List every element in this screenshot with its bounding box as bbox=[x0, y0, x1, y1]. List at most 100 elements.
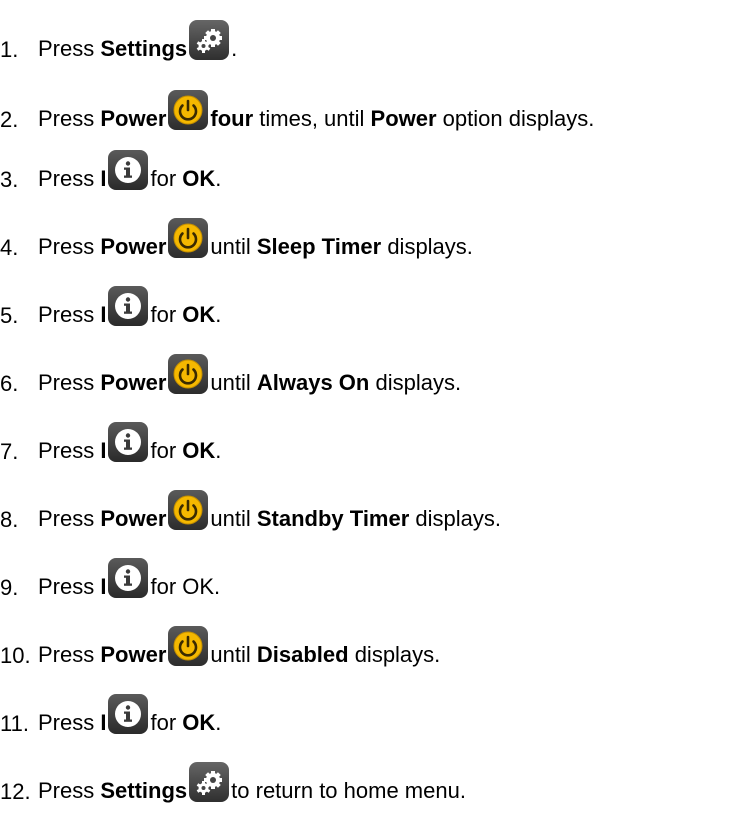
step-text-segment: Press bbox=[38, 641, 101, 667]
step-text-segment: for bbox=[150, 301, 183, 327]
step-text-segment: Press bbox=[38, 437, 101, 463]
bold-term: Always On bbox=[256, 369, 370, 395]
step-text-segment: Press bbox=[38, 369, 101, 395]
bold-term: I bbox=[100, 301, 107, 327]
step-text-segment: . bbox=[215, 709, 222, 735]
bold-term: Power bbox=[370, 105, 437, 131]
step-text: Press Power four times, until Power optio… bbox=[38, 90, 595, 140]
bold-term: Standby Timer bbox=[256, 505, 410, 531]
step-text-segment: Press bbox=[38, 233, 101, 259]
bold-term: OK bbox=[182, 709, 216, 735]
power-icon bbox=[168, 90, 209, 130]
step-number: 7. bbox=[0, 439, 19, 464]
step-text-segment: for OK. bbox=[150, 573, 221, 599]
step-text-segment: displays. bbox=[381, 233, 473, 259]
bold-term: OK bbox=[182, 165, 216, 191]
settings-gear-icon bbox=[189, 762, 230, 802]
bold-term: Settings bbox=[100, 777, 188, 803]
info-icon bbox=[108, 558, 149, 598]
step-5: 5. Press Ifor OK. bbox=[0, 286, 738, 340]
step-number: 12. bbox=[0, 779, 31, 804]
step-text: Press Power until Always On displays. bbox=[38, 354, 462, 404]
power-icon bbox=[168, 218, 209, 258]
step-text: Press Settings to return to home menu. bbox=[38, 762, 466, 812]
step-text: Press Power until Standby Timer displays. bbox=[38, 490, 502, 540]
info-icon bbox=[108, 694, 149, 734]
step-text-segment: Press bbox=[38, 709, 101, 735]
step-6: 6. Press Power until Always On displays. bbox=[0, 354, 738, 408]
step-7: 7. Press Ifor OK. bbox=[0, 422, 738, 476]
step-8: 8. Press Power until Standby Timer display… bbox=[0, 490, 738, 544]
step-4: 4. Press Power until Sleep Timer displays. bbox=[0, 218, 738, 272]
step-text: Press Ifor OK. bbox=[38, 286, 222, 336]
step-text: Press Power until Sleep Timer displays. bbox=[38, 218, 473, 268]
bold-term: Settings bbox=[100, 35, 188, 61]
step-text-segment: for bbox=[150, 709, 183, 735]
bold-term: OK bbox=[182, 301, 216, 327]
step-text-segment: to return to home menu. bbox=[231, 777, 466, 803]
bold-term: Power bbox=[100, 369, 167, 395]
step-text-segment: Press bbox=[38, 301, 101, 327]
info-icon bbox=[108, 286, 149, 326]
step-text-segment: Press bbox=[38, 505, 101, 531]
bold-term: Power bbox=[100, 641, 167, 667]
step-text-segment: for bbox=[150, 437, 183, 463]
step-10: 10. Press Power until Disabled displays. bbox=[0, 626, 738, 680]
step-text: Press Settings. bbox=[38, 20, 238, 70]
step-text: Press Ifor OK. bbox=[38, 558, 221, 608]
step-text-segment: . bbox=[231, 35, 238, 61]
step-number: 3. bbox=[0, 167, 19, 192]
step-number: 6. bbox=[0, 371, 19, 396]
step-text-segment: Press bbox=[38, 777, 101, 803]
step-number: 11. bbox=[0, 711, 29, 736]
step-number: 1. bbox=[0, 37, 19, 62]
step-12: 12. Press Settings to return to home menu. bbox=[0, 762, 738, 816]
bold-term: Sleep Timer bbox=[256, 233, 382, 259]
info-icon bbox=[108, 422, 149, 462]
power-icon bbox=[168, 354, 209, 394]
step-number: 8. bbox=[0, 507, 19, 532]
bold-term: I bbox=[100, 437, 107, 463]
bold-term: Power bbox=[100, 233, 167, 259]
step-text-segment: . bbox=[215, 301, 222, 327]
step-text-segment: option displays. bbox=[436, 105, 595, 131]
bold-term: four bbox=[210, 105, 254, 131]
step-text-segment: Press bbox=[38, 105, 101, 131]
step-text-segment: displays. bbox=[409, 505, 502, 531]
step-text: Press Ifor OK. bbox=[38, 422, 222, 472]
step-text: Press Power until Disabled displays. bbox=[38, 626, 441, 676]
info-icon bbox=[108, 150, 149, 190]
power-icon bbox=[168, 490, 209, 530]
step-2: 2. Press Power four times, until Power opt… bbox=[0, 90, 738, 144]
step-number: 2. bbox=[0, 107, 19, 132]
step-3: 3. Press Ifor OK. bbox=[0, 150, 738, 204]
bold-term: Disabled bbox=[256, 641, 349, 667]
step-text-segment: Press bbox=[38, 165, 101, 191]
step-text: Press Ifor OK. bbox=[38, 150, 222, 200]
step-11: 11. Press Ifor OK. bbox=[0, 694, 738, 748]
step-text: Press Ifor OK. bbox=[38, 694, 222, 744]
step-number: 5. bbox=[0, 303, 19, 328]
bold-term: Power bbox=[100, 105, 167, 131]
step-text-segment: . bbox=[215, 165, 222, 191]
bold-term: Power bbox=[100, 505, 167, 531]
step-text-segment: Press bbox=[38, 573, 101, 599]
step-1: 1. Press Settings. bbox=[0, 20, 738, 74]
step-9: 9. Press Ifor OK. bbox=[0, 558, 738, 612]
step-text-segment: . bbox=[215, 437, 222, 463]
settings-gear-icon bbox=[189, 20, 230, 60]
step-text-segment: until bbox=[210, 641, 257, 667]
step-text-segment: displays. bbox=[348, 641, 441, 667]
step-text-segment: for bbox=[150, 165, 183, 191]
step-number: 4. bbox=[0, 235, 19, 260]
step-text-segment: until bbox=[210, 505, 257, 531]
step-text-segment: times, until bbox=[253, 105, 371, 131]
step-number: 9. bbox=[0, 575, 19, 600]
step-text-segment: until bbox=[210, 369, 257, 395]
step-text-segment: Press bbox=[38, 35, 101, 61]
step-text-segment: displays. bbox=[369, 369, 462, 395]
bold-term: I bbox=[100, 573, 107, 599]
bold-term: I bbox=[100, 165, 107, 191]
power-icon bbox=[168, 626, 209, 666]
bold-term: I bbox=[100, 709, 107, 735]
